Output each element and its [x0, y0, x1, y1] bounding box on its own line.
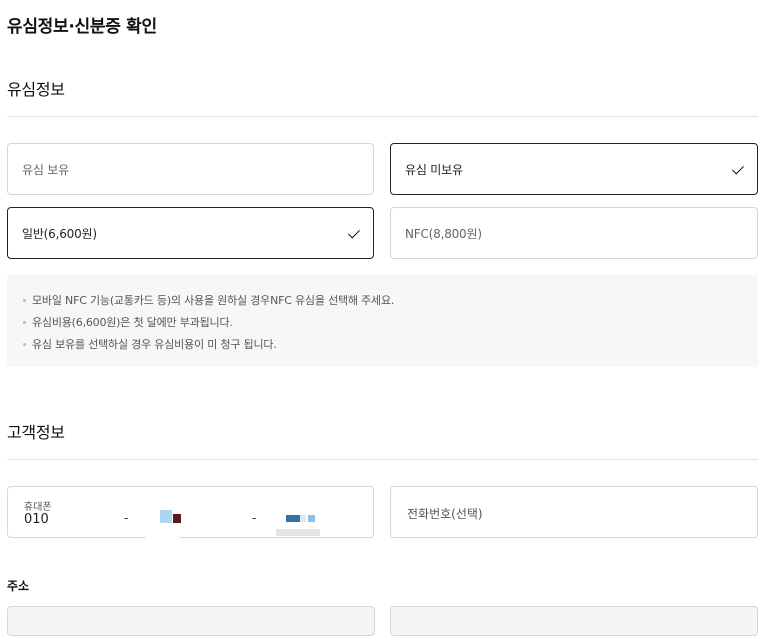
phone-field[interactable]: 전화번호(선택) — [390, 486, 758, 538]
address-label: 주소 — [7, 579, 30, 593]
masked-segment — [286, 515, 300, 522]
address-input[interactable] — [7, 606, 375, 636]
masked-segment — [160, 510, 172, 523]
notice-item: 유심비용(6,600원)은 첫 달에만 부과됩니다. — [23, 314, 233, 330]
masked-segment — [173, 514, 181, 523]
notice-item: 유심 보유를 선택하실 경우 유심비용이 미 청구 됩니다. — [23, 336, 277, 352]
notice-item: 모바일 NFC 기능(교통카드 등)의 사용을 원하실 경우NFC 유심을 선택… — [23, 292, 394, 308]
usim-nfc-label: NFC(8,800원) — [405, 226, 482, 241]
check-icon — [347, 226, 361, 239]
customer-section-title: 고객정보 — [7, 423, 65, 442]
bullet-icon — [23, 298, 26, 302]
usim-owned-option[interactable]: 유심 보유 — [7, 143, 374, 195]
page-title: 유심정보·신분증 확인 — [7, 17, 157, 37]
usim-nfc-option[interactable]: NFC(8,800원) — [390, 207, 758, 259]
mobile-label: 휴대폰 — [24, 502, 52, 513]
bullet-icon — [23, 342, 26, 346]
usim-not-owned-label: 유심 미보유 — [405, 162, 463, 177]
customer-divider — [7, 459, 758, 460]
phone-placeholder: 전화번호(선택) — [407, 507, 483, 521]
usim-general-option[interactable]: 일반(6,600원) — [7, 207, 374, 259]
masked-segment — [146, 527, 180, 541]
address-detail-input[interactable] — [390, 606, 758, 636]
usim-divider — [7, 116, 758, 117]
mobile-prefix: 010 — [24, 512, 49, 527]
mobile-field[interactable]: 휴대폰 010 - - — [7, 486, 374, 541]
usim-general-label: 일반(6,600원) — [22, 226, 97, 241]
masked-segment — [300, 515, 306, 522]
usim-section-title: 유심정보 — [7, 80, 65, 99]
usim-owned-label: 유심 보유 — [22, 162, 69, 177]
check-icon — [731, 162, 745, 175]
usim-notice-box: 모바일 NFC 기능(교통카드 등)의 사용을 원하실 경우NFC 유심을 선택… — [7, 275, 758, 367]
bullet-icon — [23, 320, 26, 324]
mobile-separator: - — [124, 511, 129, 525]
mobile-separator: - — [252, 511, 257, 525]
usim-not-owned-option[interactable]: 유심 미보유 — [390, 143, 758, 195]
masked-segment — [276, 529, 320, 536]
masked-segment — [308, 515, 315, 522]
